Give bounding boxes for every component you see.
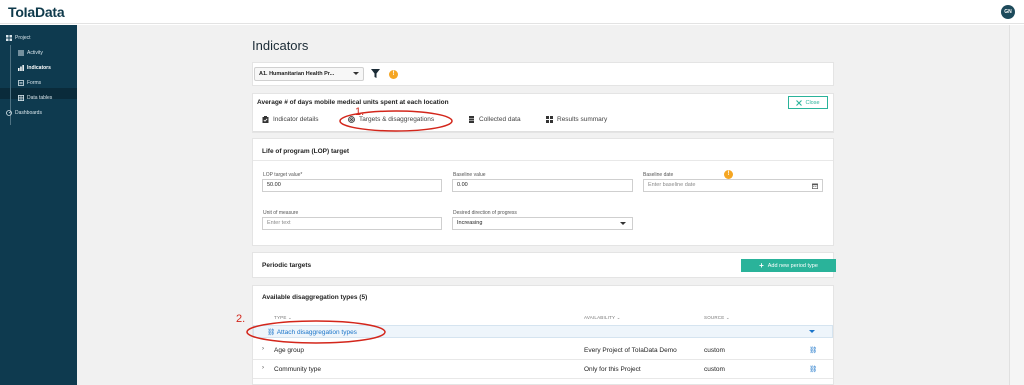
close-button[interactable]: Close <box>788 96 828 109</box>
expand-chevron-icon[interactable]: › <box>262 346 264 352</box>
clipboard-icon <box>262 116 269 123</box>
sidebar: Project Activity Indicators Forms Data t… <box>0 25 77 385</box>
brand-logo[interactable]: ToIaData <box>8 4 65 20</box>
baseline-date-input[interactable]: Enter baseline date <box>643 179 823 192</box>
baseline-date-label: Baseline date <box>643 172 674 178</box>
row-availability: Every Project of ToIaData Demo <box>584 347 677 354</box>
chevron-down-icon[interactable] <box>809 330 815 333</box>
sidebar-item-forms[interactable]: Forms <box>18 80 41 86</box>
form-icon <box>18 80 24 86</box>
project-grid-icon <box>6 35 12 41</box>
close-label: Close <box>805 99 820 106</box>
activity-list-icon <box>18 50 24 56</box>
info-badge-icon[interactable]: ! <box>724 170 733 179</box>
database-icon <box>469 116 474 123</box>
direction-select[interactable]: Increasing <box>452 217 633 230</box>
top-bar: ToIaData GN <box>0 0 1024 24</box>
row-type: Community type <box>274 366 321 373</box>
link-icon: ⛓ <box>267 329 276 336</box>
sort-icon: ⌄ <box>288 315 292 320</box>
tab-divider <box>253 131 833 132</box>
column-label: AVAILABILITY <box>584 315 616 320</box>
column-header-source[interactable]: SOURCE ⌄ <box>704 315 730 321</box>
lop-target-label: LOP target value* <box>263 172 303 178</box>
program-select-value: A1. Humanitarian Health Pr... <box>259 71 335 77</box>
annotation-step-1: 1. <box>355 106 365 118</box>
direction-value: Increasing <box>457 220 483 226</box>
sidebar-item-label: Activity <box>27 50 43 56</box>
target-icon <box>348 116 355 123</box>
sidebar-item-label: Indicators <box>27 65 51 71</box>
detach-link-icon[interactable]: ⛓ <box>809 346 817 354</box>
program-select[interactable]: A1. Humanitarian Health Pr... <box>254 67 364 81</box>
row-divider <box>253 378 833 379</box>
unit-of-measure-label: Unit of measure <box>263 210 299 216</box>
tab-label: Indicator details <box>273 116 319 123</box>
column-label: SOURCE <box>704 315 725 320</box>
sidebar-item-label: Forms <box>27 80 42 86</box>
column-header-type[interactable]: TYPE ⌄ <box>274 315 292 321</box>
row-availability: Only for this Project <box>584 366 641 373</box>
sidebar-item-label: Data tables <box>27 95 53 101</box>
table-icon <box>18 95 24 101</box>
close-icon <box>796 99 803 106</box>
tab-label: Targets & disaggregations <box>359 116 435 123</box>
bar-chart-icon <box>18 65 24 71</box>
disaggregation-title: Available disaggregation types (5) <box>262 294 368 301</box>
direction-label: Desired direction of progress <box>453 210 517 216</box>
filter-funnel-icon[interactable] <box>371 69 380 78</box>
tab-label: Collected data <box>479 116 521 123</box>
add-period-type-button[interactable]: + Add new period type <box>741 259 836 272</box>
sidebar-item-project[interactable]: Project <box>6 35 31 41</box>
sort-icon: ⌄ <box>616 315 621 320</box>
periodic-title: Periodic targets <box>262 262 312 269</box>
sidebar-item-activity[interactable]: Activity <box>18 50 43 56</box>
tab-results-summary[interactable]: Results summary <box>546 116 607 123</box>
column-label: TYPE <box>274 315 287 320</box>
chevron-down-icon <box>353 72 359 75</box>
add-period-label: Add new period type <box>767 262 818 269</box>
tab-indicator-details[interactable]: Indicator details <box>262 116 319 123</box>
right-scroll-gutter[interactable] <box>1009 25 1024 385</box>
row-source: custom <box>704 366 725 373</box>
sidebar-item-data-tables[interactable]: Data tables <box>18 95 52 101</box>
attach-label: Attach disaggregation types <box>276 329 357 336</box>
row-divider <box>253 359 833 360</box>
sidebar-item-label: Dashboards <box>15 110 42 116</box>
row-source: custom <box>704 347 725 354</box>
lop-title: Life of program (LOP) target <box>262 148 350 155</box>
info-badge-icon[interactable]: ! <box>389 70 398 79</box>
sidebar-item-indicators[interactable]: Indicators <box>18 65 51 71</box>
page-title: Indicators <box>252 38 309 53</box>
plus-icon: + <box>759 260 764 270</box>
sort-icon: ⌄ <box>725 315 730 320</box>
calendar-icon[interactable] <box>812 183 818 189</box>
baseline-value-input[interactable]: 0.00 <box>452 179 633 192</box>
attach-disaggregation-link[interactable]: ⛓ Attach disaggregation types <box>267 328 357 336</box>
indicator-name: Average # of days mobile medical units s… <box>257 99 449 106</box>
dashboard-gauge-icon <box>6 110 12 116</box>
column-header-availability[interactable]: AVAILABILITY ⌄ <box>584 315 621 321</box>
tab-collected-data[interactable]: Collected data <box>468 116 521 123</box>
lop-divider <box>253 160 833 161</box>
sidebar-item-label: Project <box>15 35 31 41</box>
unit-of-measure-input[interactable]: Enter text <box>262 217 442 230</box>
tab-label: Results summary <box>557 116 608 123</box>
grid-icon <box>546 116 553 123</box>
row-type: Age group <box>274 347 304 354</box>
sidebar-item-dashboards[interactable]: Dashboards <box>6 110 42 116</box>
lop-target-input[interactable]: 50.00 <box>262 179 442 192</box>
user-avatar[interactable]: GN <box>1001 5 1015 19</box>
chevron-down-icon <box>620 222 626 225</box>
detach-link-icon[interactable]: ⛓ <box>809 365 817 373</box>
baseline-value-label: Baseline value <box>453 172 486 178</box>
baseline-date-placeholder: Enter baseline date <box>648 182 696 188</box>
expand-chevron-icon[interactable]: › <box>262 365 264 371</box>
annotation-step-2: 2. <box>236 313 246 325</box>
